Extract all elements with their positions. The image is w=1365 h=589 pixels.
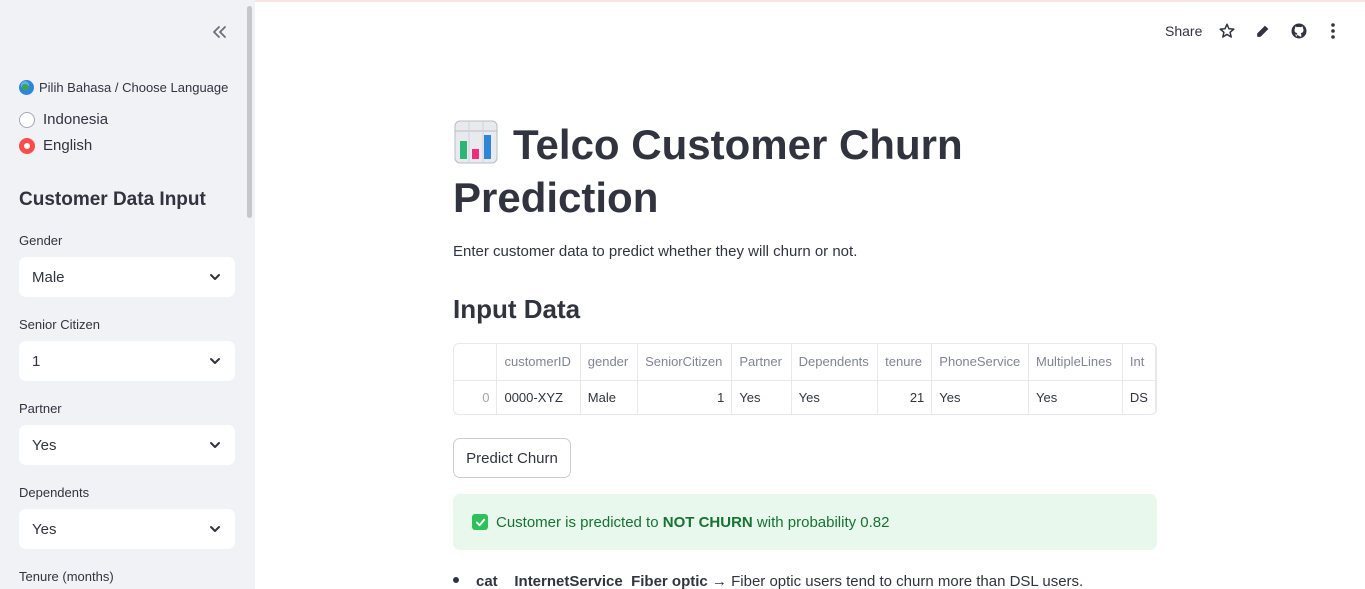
explanation-part3: Fiber optic: [631, 573, 708, 589]
column-header[interactable]: gender: [580, 344, 639, 381]
input-data-table[interactable]: customerID gender SeniorCitizen Partner …: [453, 343, 1157, 415]
gender-value: Male: [32, 268, 65, 286]
table-cell[interactable]: Yes: [731, 380, 792, 414]
dependents-value: Yes: [32, 520, 57, 538]
radio-button-selected[interactable]: [19, 137, 35, 154]
language-label-text: Pilih Bahasa / Choose Language: [39, 80, 229, 95]
language-label: Pilih Bahasa / Choose Language: [19, 80, 228, 95]
table-cell[interactable]: Yes: [1028, 380, 1123, 414]
predict-churn-button[interactable]: Predict Churn: [453, 438, 571, 478]
table-cell[interactable]: Male: [580, 380, 639, 414]
edit-pencil-icon[interactable]: [1253, 21, 1273, 41]
more-options-icon[interactable]: [1323, 21, 1343, 41]
gender-select[interactable]: Male: [19, 257, 235, 297]
column-header[interactable]: tenure: [877, 344, 933, 381]
gender-label: Gender: [19, 233, 63, 248]
table-cell[interactable]: Yes: [791, 380, 879, 414]
sidebar: Pilih Bahasa / Choose Language Indonesia…: [0, 0, 255, 589]
table-cell[interactable]: 21: [877, 380, 933, 414]
explanation-part1: cat: [476, 573, 498, 589]
prediction-result-alert: Customer is predicted to NOT CHURN with …: [453, 494, 1157, 550]
github-icon[interactable]: [1289, 21, 1309, 41]
checkmark-icon: [472, 514, 488, 530]
radio-english[interactable]: English: [19, 137, 92, 154]
star-icon[interactable]: [1217, 21, 1237, 41]
radio-label: Indonesia: [43, 111, 109, 128]
input-data-heading: Input Data: [453, 294, 581, 324]
sidebar-scrollbar[interactable]: [247, 6, 252, 218]
sidebar-heading: Customer Data Input: [19, 189, 206, 210]
senior-citizen-value: 1: [32, 352, 41, 370]
page-title: Telco Customer Churn Prediction: [453, 118, 1013, 224]
column-header[interactable]: PhoneService: [931, 344, 1029, 381]
table-header-row: customerID gender SeniorCitizen Partner …: [454, 344, 1156, 381]
result-prefix: Customer is predicted to: [496, 513, 663, 531]
column-header[interactable]: Int: [1122, 344, 1156, 381]
column-header[interactable]: MultipleLines: [1028, 344, 1123, 381]
partner-value: Yes: [32, 436, 57, 454]
radio-indonesia[interactable]: Indonesia: [19, 111, 108, 128]
column-header[interactable]: customerID: [496, 344, 581, 381]
bullet-dot: [453, 577, 459, 583]
table-cell-index[interactable]: 0: [454, 380, 498, 414]
dependents-label: Dependents: [19, 485, 90, 500]
column-header[interactable]: [454, 344, 498, 381]
table-row: 0 0000-XYZ Male 1 Yes Yes 21 Yes Yes DS: [454, 380, 1156, 414]
bar-chart-icon: [454, 120, 498, 164]
radio-label: English: [43, 137, 93, 154]
explanation-part2: InternetService: [514, 573, 623, 589]
share-button[interactable]: Share: [1165, 23, 1202, 39]
chevron-down-icon: [210, 526, 220, 532]
partner-label: Partner: [19, 401, 62, 416]
senior-citizen-select[interactable]: 1: [19, 341, 235, 381]
tenure-label: Tenure (months): [19, 569, 114, 584]
table-cell[interactable]: 1: [637, 380, 733, 414]
collapse-sidebar-icon[interactable]: [208, 20, 230, 44]
globe-icon: [19, 80, 34, 95]
senior-citizen-label: Senior Citizen: [19, 317, 100, 332]
table-cell[interactable]: 0000-XYZ: [496, 380, 581, 414]
chevron-down-icon: [210, 358, 220, 364]
column-header[interactable]: SeniorCitizen: [637, 344, 733, 381]
explanation-list-item: cat InternetService Fiber optic → Fiber …: [453, 573, 1083, 589]
radio-button[interactable]: [19, 111, 35, 128]
result-label: NOT CHURN: [662, 513, 753, 531]
table-cell[interactable]: Yes: [931, 380, 1029, 414]
dependents-select[interactable]: Yes: [19, 509, 235, 549]
result-suffix: with probability 0.82: [752, 513, 890, 531]
page-subtitle: Enter customer data to predict whether t…: [453, 243, 858, 260]
column-header[interactable]: Dependents: [791, 344, 879, 381]
chevron-down-icon: [210, 274, 220, 280]
explanation-text: → Fiber optic users tend to churn more t…: [707, 573, 1084, 589]
partner-select[interactable]: Yes: [19, 425, 235, 465]
result-text: Customer is predicted to NOT CHURN with …: [496, 514, 890, 531]
table-cell[interactable]: DS: [1122, 380, 1156, 414]
page-title-text: Telco Customer Churn Prediction: [453, 121, 963, 221]
column-header[interactable]: Partner: [731, 344, 792, 381]
chevron-down-icon: [210, 442, 220, 448]
